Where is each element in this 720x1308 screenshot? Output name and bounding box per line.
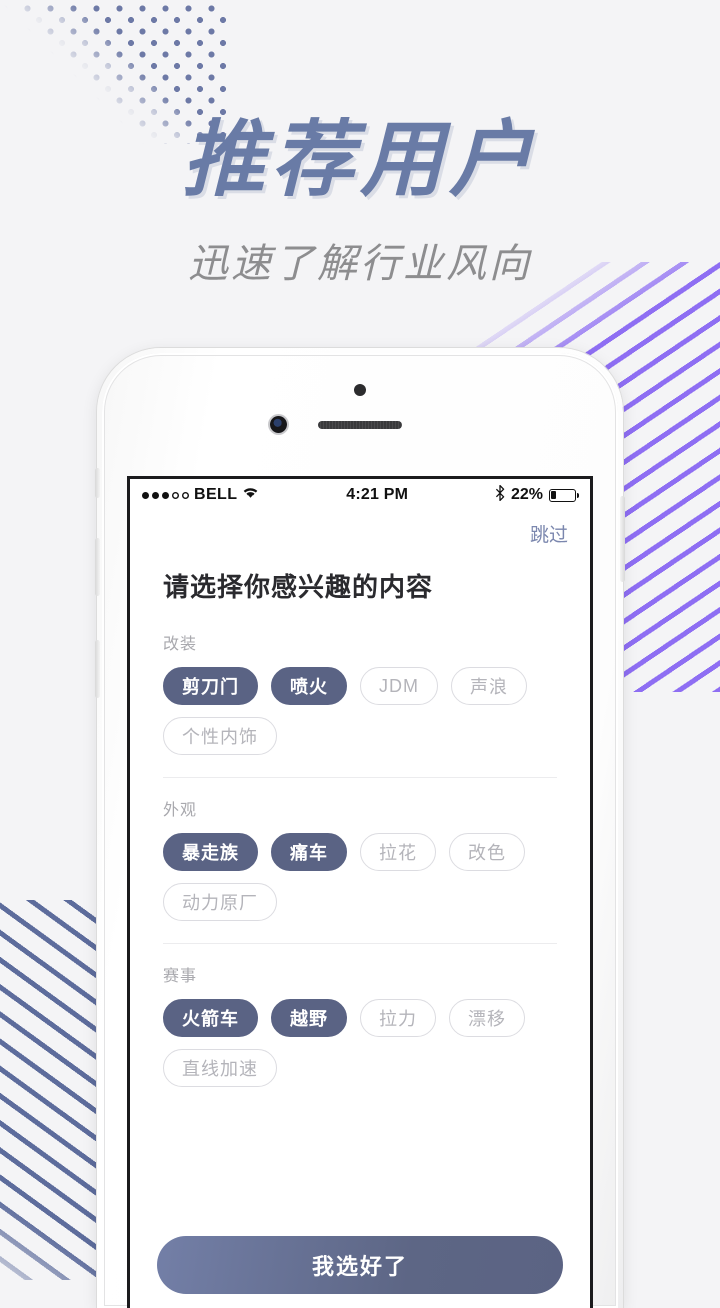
interest-tag[interactable]: 直线加速 xyxy=(163,1049,277,1087)
interest-tag[interactable]: 剪刀门 xyxy=(163,667,258,705)
section-label: 改装 xyxy=(163,636,198,653)
interest-tag[interactable]: 声浪 xyxy=(451,667,527,705)
interest-tag[interactable]: 动力原厂 xyxy=(163,883,277,921)
interest-tag[interactable]: 喷火 xyxy=(271,667,347,705)
interest-section: 外观暴走族 痛车 拉花 改色动力原厂 xyxy=(163,777,557,943)
interest-tag[interactable]: 个性内饰 xyxy=(163,717,277,755)
status-bar-right: 22% xyxy=(495,484,580,506)
skip-row: 跳过 xyxy=(130,511,590,555)
screen-heading: 请选择你感兴趣的内容 xyxy=(163,572,434,602)
hero-section: 推荐用户 迅速了解行业风向 xyxy=(0,118,720,289)
status-bar-left: BELL xyxy=(142,486,259,504)
proximity-sensor-icon xyxy=(354,384,366,396)
phone-mockup: BELL 4:21 PM 22% 跳过 请选择你感兴趣的内容 改装 剪刀门 喷火… xyxy=(95,348,625,1308)
phone-power-button xyxy=(620,496,625,582)
interest-section: 改装剪刀门 喷火 JDM 声浪个性内饰 xyxy=(163,630,557,777)
phone-screen: BELL 4:21 PM 22% 跳过 请选择你感兴趣的内容 改装 剪刀门 喷火… xyxy=(127,476,593,1308)
interest-tag[interactable]: 拉花 xyxy=(360,833,436,871)
front-camera-icon xyxy=(270,416,287,433)
interest-tag[interactable]: 痛车 xyxy=(271,833,347,871)
interest-section: 赛事火箭车 越野 拉力 漂移直线加速 xyxy=(163,943,557,1109)
section-label: 外观 xyxy=(163,802,198,819)
phone-volume-down-button xyxy=(95,640,100,698)
interest-tag[interactable]: 改色 xyxy=(449,833,525,871)
phone-mute-switch xyxy=(95,468,100,498)
bluetooth-icon xyxy=(495,484,505,506)
interest-tag[interactable]: 火箭车 xyxy=(163,999,258,1037)
battery-percent-label: 22% xyxy=(510,486,543,503)
battery-icon xyxy=(549,488,580,502)
signal-strength-icon xyxy=(142,491,189,499)
carrier-label: BELL xyxy=(194,486,238,503)
interest-sections: 改装剪刀门 喷火 JDM 声浪个性内饰外观暴走族 痛车 拉花 改色动力原厂赛事火箭车 越野 拉力… xyxy=(130,604,590,1109)
phone-volume-up-button xyxy=(95,538,100,596)
skip-button[interactable]: 跳过 xyxy=(530,520,568,547)
interest-tag[interactable]: JDM xyxy=(360,667,438,705)
page-subtitle: 迅速了解行业风向 xyxy=(188,242,532,286)
confirm-selection-button[interactable]: 我选好了 xyxy=(157,1236,563,1294)
interest-tag[interactable]: 漂移 xyxy=(449,999,525,1037)
earpiece-speaker-icon xyxy=(318,421,402,429)
tag-list: 火箭车 越野 拉力 漂移直线加速 xyxy=(163,999,557,1087)
clock-label: 4:21 PM xyxy=(346,486,409,503)
section-label: 赛事 xyxy=(163,968,198,985)
tag-list: 剪刀门 喷火 JDM 声浪个性内饰 xyxy=(163,667,557,755)
status-bar: BELL 4:21 PM 22% xyxy=(130,479,590,511)
wifi-icon xyxy=(242,486,259,504)
tag-list: 暴走族 痛车 拉花 改色动力原厂 xyxy=(163,833,557,921)
interest-tag[interactable]: 拉力 xyxy=(360,999,436,1037)
interest-tag[interactable]: 暴走族 xyxy=(163,833,258,871)
page-title: 推荐用户 xyxy=(182,113,538,206)
cta-container: 我选好了 xyxy=(130,1236,590,1308)
interest-tag[interactable]: 越野 xyxy=(271,999,347,1037)
